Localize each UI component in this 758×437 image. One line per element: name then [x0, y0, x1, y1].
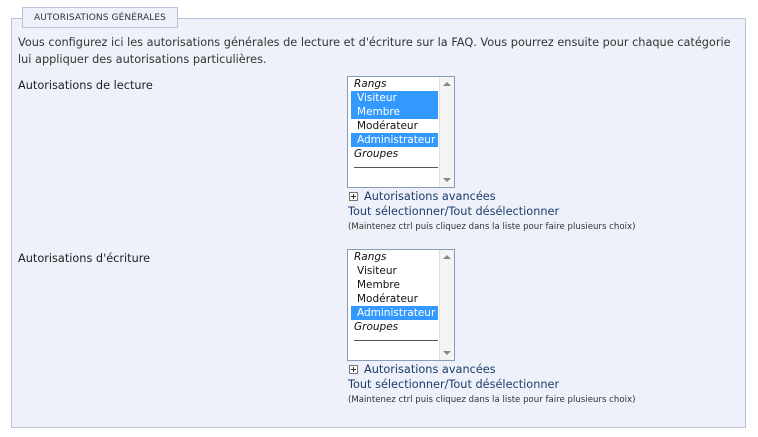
listbox-separator — [351, 161, 438, 173]
read-multiselect-hint: (Maintenez ctrl puis cliquez dans la lis… — [348, 222, 636, 232]
scroll-down-arrow-icon[interactable] — [443, 178, 451, 182]
write-multiselect-hint: (Maintenez ctrl puis cliquez dans la lis… — [348, 395, 636, 405]
listbox-option[interactable]: Administrateur — [351, 306, 438, 320]
write-select-all-link[interactable]: Tout sélectionner/Tout désélectionner — [348, 378, 559, 391]
listbox-option[interactable]: Visiteur — [351, 91, 438, 105]
write-permissions-listbox[interactable]: Rangs Visiteur Membre Modérateur Administrat… — [347, 249, 455, 361]
scroll-down-arrow-icon[interactable] — [443, 351, 451, 355]
listbox-option[interactable]: Administrateur — [351, 133, 438, 147]
listbox-group-header: Rangs — [354, 251, 387, 263]
listbox-option[interactable]: Modérateur — [351, 119, 438, 133]
listbox-option[interactable]: Membre — [351, 105, 438, 119]
write-advanced-permissions-label: Autorisations avancées — [364, 363, 496, 376]
read-advanced-permissions-toggle[interactable]: Autorisations avancées — [349, 190, 496, 203]
panel-legend: AUTORISATIONS GÉNÉRALES — [22, 7, 178, 28]
listbox-option[interactable]: Membre — [351, 278, 438, 292]
scroll-up-arrow-icon[interactable] — [443, 82, 451, 86]
write-advanced-permissions-toggle[interactable]: Autorisations avancées — [349, 363, 496, 376]
scroll-up-arrow-icon[interactable] — [443, 255, 451, 259]
write-options: Rangs Visiteur Membre Modérateur Administrat… — [348, 250, 439, 346]
intro-text: Vous configurez ici les autorisations gé… — [18, 36, 731, 66]
read-advanced-permissions-label: Autorisations avancées — [364, 190, 496, 203]
read-options: Rangs Visiteur Membre Modérateur Administrat… — [348, 77, 439, 173]
listbox-option[interactable]: Visiteur — [351, 264, 438, 278]
write-permissions-label: Autorisations d'écriture — [18, 252, 151, 265]
listbox-group-header: Groupes — [354, 148, 399, 160]
listbox-separator — [351, 334, 438, 346]
listbox-group-header: Groupes — [354, 321, 399, 333]
read-listbox-scrollbar[interactable] — [439, 77, 454, 187]
read-permissions-label: Autorisations de lecture — [18, 79, 153, 92]
read-permissions-listbox[interactable]: Rangs Visiteur Membre Modérateur Administrat… — [347, 76, 455, 188]
listbox-group-header: Rangs — [354, 78, 387, 90]
read-select-all-link[interactable]: Tout sélectionner/Tout désélectionner — [348, 205, 559, 218]
expand-plus-icon — [349, 192, 358, 201]
expand-plus-icon — [349, 365, 358, 374]
write-listbox-scrollbar[interactable] — [439, 250, 454, 360]
listbox-option[interactable]: Modérateur — [351, 292, 438, 306]
